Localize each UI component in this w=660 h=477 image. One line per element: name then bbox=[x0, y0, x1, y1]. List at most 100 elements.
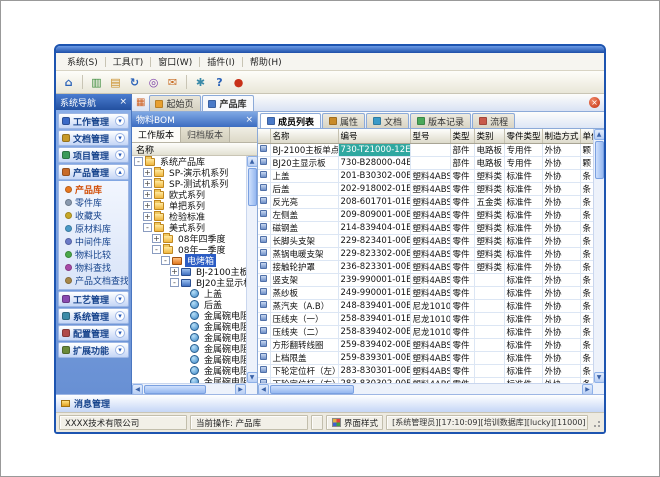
table-row[interactable]: 接触轮护罩236-823301-00E塑料4ABS零件塑料类标准件外协条 bbox=[258, 260, 593, 273]
table-row[interactable]: 蒸纱板249-990001-01E塑料4ABS零件标准件外协条 bbox=[258, 286, 593, 299]
menu-help[interactable]: 帮助(H) bbox=[243, 53, 289, 70]
tab-properties[interactable]: 属性 bbox=[322, 113, 365, 128]
tree-expander-icon[interactable]: + bbox=[143, 168, 152, 177]
sidebar-item-product-doc-search[interactable]: 产品文档查找 bbox=[65, 274, 128, 287]
menu-tools[interactable]: 工具(T) bbox=[106, 53, 151, 70]
chevron-down-icon[interactable]: ▾ bbox=[115, 345, 125, 355]
help-icon[interactable]: ? bbox=[211, 74, 228, 91]
scroll-down-icon[interactable]: ▼ bbox=[247, 372, 258, 383]
tab-documents[interactable]: 文档 bbox=[366, 113, 409, 128]
tree-expander-icon[interactable]: + bbox=[170, 267, 179, 276]
scrollbar-thumb[interactable] bbox=[270, 385, 354, 394]
sidebar-group-extensions[interactable]: 扩展功能 ▾ bbox=[58, 342, 129, 358]
tree-expander-icon[interactable]: - bbox=[161, 256, 170, 265]
tree-node[interactable]: 金属碗电阻器 bbox=[132, 376, 246, 383]
chevron-down-icon[interactable]: ▾ bbox=[115, 294, 125, 304]
tree-expander-icon[interactable]: - bbox=[170, 278, 179, 287]
sidebar-group-config-mgmt[interactable]: 配置管理 ▾ bbox=[58, 325, 129, 341]
scroll-right-icon[interactable]: ▶ bbox=[582, 384, 593, 395]
tree-expander-icon[interactable]: + bbox=[143, 190, 152, 199]
message-panel-bar[interactable]: 消息管理 bbox=[56, 394, 604, 412]
column-header[interactable]: 制造方式 bbox=[542, 129, 580, 143]
table-row[interactable]: 反光亮208-601701-01E塑料4ABS零件五金类标准件外协条 bbox=[258, 195, 593, 208]
tree-node[interactable]: 上盖 bbox=[132, 288, 246, 299]
sidebar-item-raw-material-library[interactable]: 原材料库 bbox=[65, 222, 128, 235]
tree-expander-icon[interactable]: + bbox=[152, 234, 161, 243]
menu-plugins[interactable]: 插件(I) bbox=[200, 53, 242, 70]
table-row[interactable]: 压线夹（一）258-839401-01E尼龙1010零件标准件外协条 bbox=[258, 312, 593, 325]
tree-expander-icon[interactable]: - bbox=[143, 223, 152, 232]
table-row[interactable]: 左侧盖209-809001-00E塑料4ABS零件塑料类标准件外协条 bbox=[258, 208, 593, 221]
tree-vertical-scrollbar[interactable]: ▲ ▼ bbox=[246, 156, 257, 383]
refresh-icon[interactable]: ↻ bbox=[126, 74, 143, 91]
table-horizontal-scrollbar[interactable]: ◀ ▶ bbox=[258, 383, 593, 394]
tree-expander-icon[interactable]: - bbox=[152, 245, 161, 254]
sidebar-group-process-mgmt[interactable]: 工艺管理 ▾ bbox=[58, 291, 129, 307]
scroll-down-icon[interactable]: ▼ bbox=[594, 372, 605, 383]
settings-icon[interactable]: ✱ bbox=[192, 74, 209, 91]
home-icon[interactable]: ⌂ bbox=[60, 74, 77, 91]
tree-expander-icon[interactable]: + bbox=[143, 201, 152, 210]
tab-menu-icon[interactable]: ▦ bbox=[134, 97, 148, 111]
table-row[interactable]: 压线夹（二）258-839402-00E尼龙1010零件标准件外协条 bbox=[258, 325, 593, 338]
resize-grip[interactable] bbox=[591, 418, 601, 428]
table-row[interactable]: 蒸锅电暖支架229-823302-00E塑料4ABS零件塑料类标准件外协条 bbox=[258, 247, 593, 260]
sidebar-item-product-library[interactable]: 产品库 bbox=[65, 183, 128, 196]
tree-column-header[interactable]: 名称 bbox=[132, 143, 257, 156]
table-row[interactable]: 方形翻转线圈259-839402-00E塑料4ABS零件标准件外协条 bbox=[258, 338, 593, 351]
table-row[interactable]: 后盖202-918002-01E塑料4ABS零件塑料类标准件外协条 bbox=[258, 182, 593, 195]
bom-close-icon[interactable]: × bbox=[245, 115, 253, 125]
column-header[interactable]: 名称 bbox=[270, 129, 338, 143]
sidebar-group-product-mgmt[interactable]: 产品管理 ▴ bbox=[58, 164, 129, 180]
sidebar-item-material-compare[interactable]: 物料比较 bbox=[65, 248, 128, 261]
tab-member-list[interactable]: 成员列表 bbox=[260, 113, 321, 128]
column-header[interactable]: 单位 bbox=[580, 129, 593, 143]
table-row[interactable]: 下轮定位杆（左）283-830301-00E塑料4ABS零件标准件外协条 bbox=[258, 364, 593, 377]
search-icon[interactable]: ◎ bbox=[145, 74, 162, 91]
scrollbar-thumb[interactable] bbox=[595, 141, 604, 179]
table-row[interactable]: 上盖201-B30302-00E塑料4ABS零件塑料类标准件外协条 bbox=[258, 169, 593, 182]
scroll-left-icon[interactable]: ◀ bbox=[258, 384, 269, 395]
table-row[interactable]: 长脚头支架229-823401-00E塑料4ABS零件塑料类标准件外协条 bbox=[258, 234, 593, 247]
tree-node[interactable]: -BJ20主显示板 bbox=[132, 277, 246, 288]
sidebar-item-favorites[interactable]: 收藏夹 bbox=[65, 209, 128, 222]
column-header[interactable]: 编号 bbox=[338, 129, 410, 143]
tree-horizontal-scrollbar[interactable]: ◀ ▶ bbox=[132, 383, 246, 394]
menu-system[interactable]: 系统(S) bbox=[60, 53, 105, 70]
chevron-down-icon[interactable]: ▾ bbox=[115, 328, 125, 338]
table-row[interactable]: BJ20主显示板730-B28000-04E部件电路板专用件外协颗 bbox=[258, 156, 593, 169]
ui-style-picker[interactable]: 界面样式 bbox=[326, 415, 383, 430]
column-header[interactable]: 零件类型 bbox=[504, 129, 542, 143]
sidebar-close-icon[interactable]: × bbox=[119, 98, 127, 107]
sidebar-item-parts-library[interactable]: 零件库 bbox=[65, 196, 128, 209]
exit-icon[interactable]: ● bbox=[230, 74, 247, 91]
tree-expander-icon[interactable]: - bbox=[134, 157, 143, 166]
open-folder-icon[interactable]: ▤ bbox=[107, 74, 124, 91]
tab-workflow[interactable]: 流程 bbox=[472, 113, 515, 128]
sidebar-item-intermediate-library[interactable]: 中间件库 bbox=[65, 235, 128, 248]
tab-version-history[interactable]: 版本记录 bbox=[410, 113, 471, 128]
table-row[interactable]: 磁钢盖214-839404-01E塑料4ABS零件塑料类标准件外协条 bbox=[258, 221, 593, 234]
scrollbar-thumb[interactable] bbox=[144, 385, 206, 394]
column-header[interactable]: 类别 bbox=[474, 129, 504, 143]
sidebar-item-material-search[interactable]: 物料查找 bbox=[65, 261, 128, 274]
scroll-up-icon[interactable]: ▲ bbox=[247, 156, 258, 167]
table-row[interactable]: BJ-2100主板单点730-T21000-12E部件电路板专用件外协颗 bbox=[258, 143, 593, 156]
scroll-up-icon[interactable]: ▲ bbox=[594, 129, 605, 140]
sidebar-group-work-mgmt[interactable]: 工作管理 ▾ bbox=[58, 113, 129, 129]
sidebar-group-doc-mgmt[interactable]: 文档管理 ▾ bbox=[58, 130, 129, 146]
scroll-right-icon[interactable]: ▶ bbox=[235, 384, 246, 395]
column-header[interactable]: 类型 bbox=[450, 129, 474, 143]
tab-product-library[interactable]: 产品库 bbox=[202, 95, 254, 111]
bom-tab-archived-version[interactable]: 归档版本 bbox=[181, 127, 230, 142]
chevron-down-icon[interactable]: ▾ bbox=[115, 133, 125, 143]
sidebar-group-system-mgmt[interactable]: 系统管理 ▾ bbox=[58, 308, 129, 324]
tab-close-icon[interactable]: × bbox=[589, 97, 600, 108]
table-vertical-scrollbar[interactable]: ▲ ▼ bbox=[593, 129, 604, 383]
tree-expander-icon[interactable]: + bbox=[143, 212, 152, 221]
bom-tab-working-version[interactable]: 工作版本 bbox=[132, 127, 181, 142]
scroll-left-icon[interactable]: ◀ bbox=[132, 384, 143, 395]
chevron-down-icon[interactable]: ▾ bbox=[115, 116, 125, 126]
menu-window[interactable]: 窗口(W) bbox=[151, 53, 199, 70]
chevron-down-icon[interactable]: ▾ bbox=[115, 150, 125, 160]
